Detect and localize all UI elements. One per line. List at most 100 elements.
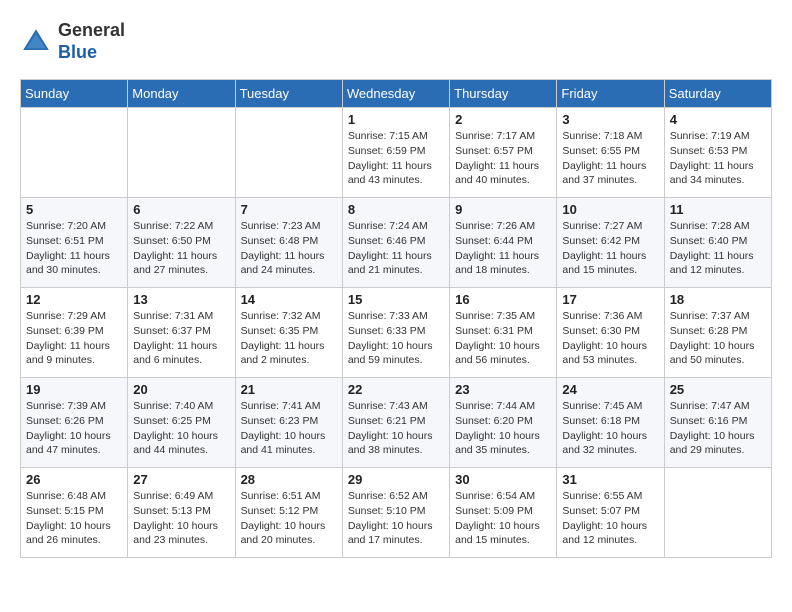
- day-info: Sunrise: 7:18 AMSunset: 6:55 PMDaylight:…: [562, 129, 658, 188]
- day-info: Sunrise: 7:43 AMSunset: 6:21 PMDaylight:…: [348, 399, 444, 458]
- day-number: 26: [26, 472, 122, 487]
- day-number: 27: [133, 472, 229, 487]
- logo-blue: Blue: [58, 42, 97, 62]
- day-number: 1: [348, 112, 444, 127]
- page-header: General Blue: [20, 20, 772, 63]
- day-info: Sunrise: 7:39 AMSunset: 6:26 PMDaylight:…: [26, 399, 122, 458]
- col-header-sunday: Sunday: [21, 80, 128, 108]
- calendar-cell: 19 Sunrise: 7:39 AMSunset: 6:26 PMDayligh…: [21, 378, 128, 468]
- calendar-cell: 17 Sunrise: 7:36 AMSunset: 6:30 PMDayligh…: [557, 288, 664, 378]
- col-header-thursday: Thursday: [450, 80, 557, 108]
- day-info: Sunrise: 7:40 AMSunset: 6:25 PMDaylight:…: [133, 399, 229, 458]
- calendar-cell: 31Sunrise: 6:55 AMSunset: 5:07 PMDayligh…: [557, 468, 664, 558]
- calendar-cell: 15 Sunrise: 7:33 AMSunset: 6:33 PMDayligh…: [342, 288, 449, 378]
- day-number: 29: [348, 472, 444, 487]
- day-number: 31: [562, 472, 658, 487]
- day-number: 13: [133, 292, 229, 307]
- day-number: 30: [455, 472, 551, 487]
- calendar-cell: 14 Sunrise: 7:32 AMSunset: 6:35 PMDayligh…: [235, 288, 342, 378]
- day-number: 22: [348, 382, 444, 397]
- header-row: SundayMondayTuesdayWednesdayThursdayFrid…: [21, 80, 772, 108]
- calendar-cell: 23 Sunrise: 7:44 AMSunset: 6:20 PMDayligh…: [450, 378, 557, 468]
- day-number: 4: [670, 112, 766, 127]
- calendar-cell: [235, 108, 342, 198]
- day-number: 7: [241, 202, 337, 217]
- day-info: Sunrise: 7:27 AMSunset: 6:42 PMDaylight:…: [562, 219, 658, 278]
- day-info: Sunrise: 7:36 AMSunset: 6:30 PMDaylight:…: [562, 309, 658, 368]
- day-info: Sunrise: 7:15 AMSunset: 6:59 PMDaylight:…: [348, 129, 444, 188]
- day-info: Sunrise: 7:24 AMSunset: 6:46 PMDaylight:…: [348, 219, 444, 278]
- day-number: 12: [26, 292, 122, 307]
- logo-icon: [20, 26, 52, 58]
- day-info: Sunrise: 7:32 AMSunset: 6:35 PMDaylight:…: [241, 309, 337, 368]
- day-number: 18: [670, 292, 766, 307]
- calendar-cell: 29 Sunrise: 6:52 AMSunset: 5:10 PMDayligh…: [342, 468, 449, 558]
- calendar-cell: [21, 108, 128, 198]
- day-number: 20: [133, 382, 229, 397]
- day-info: Sunrise: 7:26 AMSunset: 6:44 PMDaylight:…: [455, 219, 551, 278]
- day-info: Sunrise: 7:45 AMSunset: 6:18 PMDaylight:…: [562, 399, 658, 458]
- day-number: 3: [562, 112, 658, 127]
- calendar-cell: 4 Sunrise: 7:19 AMSunset: 6:53 PMDaylight…: [664, 108, 771, 198]
- day-info: Sunrise: 7:33 AMSunset: 6:33 PMDaylight:…: [348, 309, 444, 368]
- col-header-saturday: Saturday: [664, 80, 771, 108]
- calendar-cell: 22 Sunrise: 7:43 AMSunset: 6:21 PMDayligh…: [342, 378, 449, 468]
- day-number: 21: [241, 382, 337, 397]
- day-info: Sunrise: 7:28 AMSunset: 6:40 PMDaylight:…: [670, 219, 766, 278]
- calendar-cell: 18 Sunrise: 7:37 AMSunset: 6:28 PMDayligh…: [664, 288, 771, 378]
- day-info: Sunrise: 7:17 AMSunset: 6:57 PMDaylight:…: [455, 129, 551, 188]
- day-info: Sunrise: 7:44 AMSunset: 6:20 PMDaylight:…: [455, 399, 551, 458]
- calendar-cell: 24Sunrise: 7:45 AMSunset: 6:18 PMDayligh…: [557, 378, 664, 468]
- calendar-cell: 21Sunrise: 7:41 AMSunset: 6:23 PMDayligh…: [235, 378, 342, 468]
- day-info: Sunrise: 7:19 AMSunset: 6:53 PMDaylight:…: [670, 129, 766, 188]
- day-info: Sunrise: 7:23 AMSunset: 6:48 PMDaylight:…: [241, 219, 337, 278]
- calendar-cell: 2 Sunrise: 7:17 AMSunset: 6:57 PMDaylight…: [450, 108, 557, 198]
- day-number: 9: [455, 202, 551, 217]
- day-number: 6: [133, 202, 229, 217]
- day-number: 16: [455, 292, 551, 307]
- day-number: 2: [455, 112, 551, 127]
- day-number: 14: [241, 292, 337, 307]
- calendar-cell: 16Sunrise: 7:35 AMSunset: 6:31 PMDayligh…: [450, 288, 557, 378]
- calendar-cell: 26 Sunrise: 6:48 AMSunset: 5:15 PMDayligh…: [21, 468, 128, 558]
- col-header-friday: Friday: [557, 80, 664, 108]
- calendar-cell: 5 Sunrise: 7:20 AMSunset: 6:51 PMDaylight…: [21, 198, 128, 288]
- calendar-cell: 11 Sunrise: 7:28 AMSunset: 6:40 PMDayligh…: [664, 198, 771, 288]
- day-info: Sunrise: 7:22 AMSunset: 6:50 PMDaylight:…: [133, 219, 229, 278]
- calendar-cell: 30Sunrise: 6:54 AMSunset: 5:09 PMDayligh…: [450, 468, 557, 558]
- week-row-1: 1 Sunrise: 7:15 AMSunset: 6:59 PMDaylight…: [21, 108, 772, 198]
- calendar-cell: 28Sunrise: 6:51 AMSunset: 5:12 PMDayligh…: [235, 468, 342, 558]
- day-info: Sunrise: 7:37 AMSunset: 6:28 PMDaylight:…: [670, 309, 766, 368]
- day-info: Sunrise: 7:20 AMSunset: 6:51 PMDaylight:…: [26, 219, 122, 278]
- calendar-cell: 10 Sunrise: 7:27 AMSunset: 6:42 PMDayligh…: [557, 198, 664, 288]
- day-number: 23: [455, 382, 551, 397]
- day-info: Sunrise: 6:48 AMSunset: 5:15 PMDaylight:…: [26, 489, 122, 548]
- day-number: 17: [562, 292, 658, 307]
- calendar-cell: 20 Sunrise: 7:40 AMSunset: 6:25 PMDayligh…: [128, 378, 235, 468]
- calendar-cell: 6 Sunrise: 7:22 AMSunset: 6:50 PMDaylight…: [128, 198, 235, 288]
- day-number: 15: [348, 292, 444, 307]
- day-info: Sunrise: 7:31 AMSunset: 6:37 PMDaylight:…: [133, 309, 229, 368]
- col-header-tuesday: Tuesday: [235, 80, 342, 108]
- week-row-2: 5 Sunrise: 7:20 AMSunset: 6:51 PMDaylight…: [21, 198, 772, 288]
- week-row-3: 12Sunrise: 7:29 AMSunset: 6:39 PMDayligh…: [21, 288, 772, 378]
- calendar-cell: 9 Sunrise: 7:26 AMSunset: 6:44 PMDaylight…: [450, 198, 557, 288]
- day-number: 19: [26, 382, 122, 397]
- day-info: Sunrise: 6:49 AMSunset: 5:13 PMDaylight:…: [133, 489, 229, 548]
- col-header-wednesday: Wednesday: [342, 80, 449, 108]
- day-info: Sunrise: 6:52 AMSunset: 5:10 PMDaylight:…: [348, 489, 444, 548]
- day-number: 28: [241, 472, 337, 487]
- calendar-cell: 12Sunrise: 7:29 AMSunset: 6:39 PMDayligh…: [21, 288, 128, 378]
- calendar-cell: 1 Sunrise: 7:15 AMSunset: 6:59 PMDaylight…: [342, 108, 449, 198]
- day-number: 10: [562, 202, 658, 217]
- logo-general: General: [58, 20, 125, 40]
- calendar-cell: [664, 468, 771, 558]
- day-number: 5: [26, 202, 122, 217]
- calendar-cell: 27 Sunrise: 6:49 AMSunset: 5:13 PMDayligh…: [128, 468, 235, 558]
- calendar-cell: [128, 108, 235, 198]
- calendar-cell: 13 Sunrise: 7:31 AMSunset: 6:37 PMDayligh…: [128, 288, 235, 378]
- day-number: 11: [670, 202, 766, 217]
- calendar-cell: 25Sunrise: 7:47 AMSunset: 6:16 PMDayligh…: [664, 378, 771, 468]
- calendar-cell: 3 Sunrise: 7:18 AMSunset: 6:55 PMDaylight…: [557, 108, 664, 198]
- col-header-monday: Monday: [128, 80, 235, 108]
